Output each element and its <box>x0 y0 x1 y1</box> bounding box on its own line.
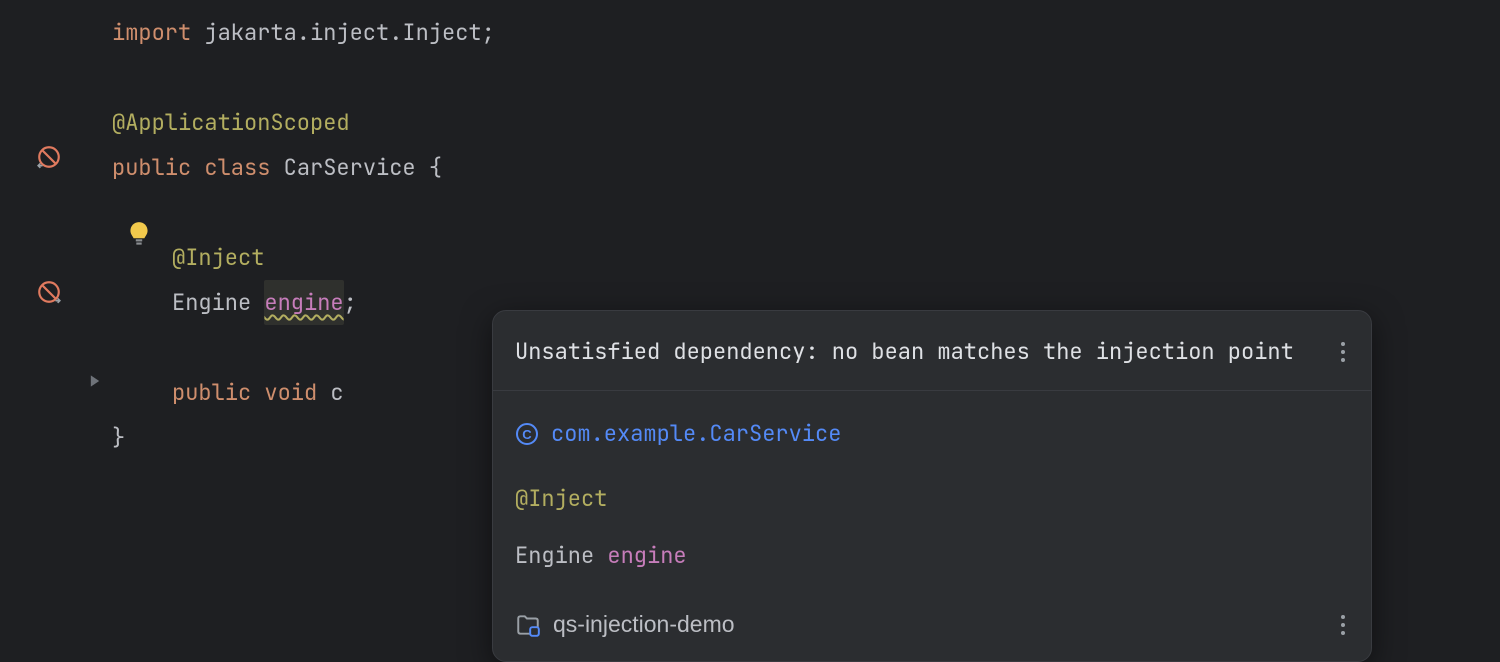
popup-field-name: engine <box>607 541 686 570</box>
code-line[interactable]: public class CarService { <box>112 145 1500 190</box>
more-actions-icon[interactable] <box>1337 338 1349 366</box>
class-icon: C <box>515 422 539 446</box>
import-path: jakarta.inject.Inject; <box>191 10 495 55</box>
popup-title: Unsatisfied dependency: no bean matches … <box>515 329 1294 374</box>
annotation: @Inject <box>172 235 264 280</box>
class-reference-row[interactable]: C com.example.CarService <box>515 405 1349 462</box>
popup-code-row: @Inject <box>515 470 1349 527</box>
svg-text:C: C <box>522 427 532 442</box>
code-line[interactable]: @Inject <box>112 235 1500 280</box>
more-actions-icon[interactable] <box>1337 611 1349 639</box>
popup-annotation: @Inject <box>515 476 607 521</box>
class-name: CarService <box>284 145 416 190</box>
method-partial: c <box>317 370 343 415</box>
no-entry-back-icon[interactable] <box>35 143 63 171</box>
code-editor[interactable]: import jakarta.inject.Inject; @Applicati… <box>0 0 1500 600</box>
code-area[interactable]: import jakarta.inject.Inject; @Applicati… <box>112 0 1500 600</box>
code-line-empty[interactable] <box>112 190 1500 235</box>
keyword: public <box>172 370 251 415</box>
popup-code-row: Engine engine <box>515 527 1349 584</box>
keyword: void <box>264 370 317 415</box>
no-entry-forward-icon[interactable] <box>35 278 63 306</box>
annotation: @ApplicationScoped <box>112 100 350 145</box>
keyword: class <box>204 145 270 190</box>
popup-header: Unsatisfied dependency: no bean matches … <box>493 311 1371 391</box>
inspection-popup: Unsatisfied dependency: no bean matches … <box>492 310 1372 662</box>
field-type: Engine <box>172 280 264 325</box>
popup-body: C com.example.CarService @Inject Engine … <box>493 391 1371 592</box>
code-line[interactable]: @ApplicationScoped <box>112 100 1500 145</box>
popup-footer: qs-injection-demo <box>493 592 1371 661</box>
field-name-warning[interactable]: engine <box>264 280 343 325</box>
editor-gutter <box>0 0 112 600</box>
popup-field-type: Engine <box>515 541 607 570</box>
keyword: public <box>112 145 191 190</box>
class-fqn[interactable]: com.example.CarService <box>551 411 841 456</box>
import-keyword: import <box>112 10 191 55</box>
fold-chevron-icon[interactable] <box>85 371 105 391</box>
code-line-empty[interactable] <box>112 55 1500 100</box>
code-line[interactable]: import jakarta.inject.Inject; <box>112 10 1500 55</box>
brace: { <box>416 145 442 190</box>
folder-module-icon <box>515 612 541 638</box>
brace: } <box>112 415 125 460</box>
lightbulb-icon[interactable] <box>126 220 152 257</box>
semicolon: ; <box>344 280 357 325</box>
module-name[interactable]: qs-injection-demo <box>553 602 735 647</box>
